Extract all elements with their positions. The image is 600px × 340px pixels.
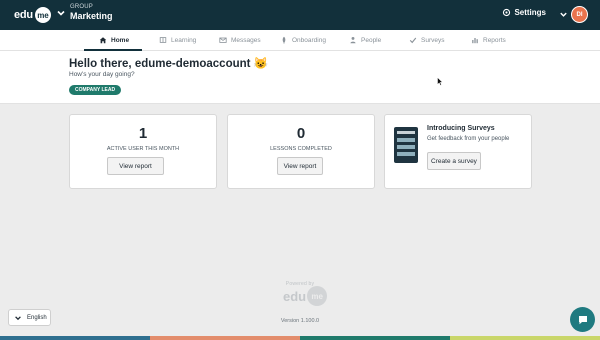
surveys-promo-card: Introducing Surveys Get feedback from yo… — [384, 114, 532, 189]
rocket-icon — [282, 36, 286, 44]
tab-label: People — [361, 36, 382, 44]
top-bar: edu me GROUP Marketing Settings DI — [0, 0, 600, 30]
view-report-button[interactable]: View report — [277, 157, 323, 175]
mail-icon — [219, 37, 227, 43]
tab-label: Onboarding — [292, 36, 326, 44]
greeting-title: Hello there, edume-demoaccount 😺 — [69, 58, 268, 70]
bar-chart-icon — [472, 38, 478, 44]
lessons-completed-label: LESSONS COMPLETED — [270, 146, 332, 152]
tab-onboarding[interactable]: Onboarding — [280, 30, 326, 50]
chat-button[interactable] — [570, 307, 595, 332]
tab-people[interactable]: People — [349, 30, 381, 50]
group-label: GROUP — [70, 4, 94, 10]
chevron-down-icon — [57, 10, 65, 16]
active-users-label: ACTIVE USER THIS MONTH — [106, 146, 180, 152]
chat-icon — [578, 315, 587, 324]
home-icon — [99, 37, 107, 44]
group-name: Marketing — [70, 11, 113, 21]
tab-label: Surveys — [421, 36, 445, 44]
tab-learning[interactable]: Learning — [159, 30, 196, 50]
language-label: English — [27, 314, 47, 321]
logo-text: edu — [14, 9, 33, 21]
book-icon — [159, 37, 167, 43]
strip-segment — [150, 336, 300, 340]
strip-segment — [450, 336, 600, 340]
tab-label: Messages — [231, 36, 261, 44]
clipboard-icon — [394, 127, 418, 163]
lessons-completed-value: 0 — [296, 125, 306, 142]
check-icon — [409, 37, 417, 44]
user-menu-chevron-icon[interactable] — [559, 10, 568, 19]
lessons-completed-card: 0 LESSONS COMPLETED View report — [227, 114, 375, 189]
main-nav: Home Learning Messages Onboarding People… — [0, 30, 600, 51]
avatar[interactable]: DI — [571, 6, 588, 23]
view-report-button[interactable]: View report — [107, 157, 164, 175]
active-users-value: 1 — [138, 125, 148, 142]
mouse-cursor-icon — [437, 77, 443, 86]
surveys-promo-subtitle: Get feedback from your people — [427, 136, 510, 142]
person-icon — [350, 36, 356, 44]
create-survey-button[interactable]: Create a survey — [427, 152, 481, 170]
tab-surveys[interactable]: Surveys — [409, 30, 444, 50]
active-users-card: 1 ACTIVE USER THIS MONTH View report — [69, 114, 217, 189]
edume-footer-logo: edu me — [283, 286, 328, 306]
greeting-section: Hello there, edume-demoaccount 😺 How's y… — [0, 51, 600, 104]
tab-label: Learning — [171, 36, 197, 44]
footer-logo-text: edu — [283, 288, 307, 304]
chevron-down-icon — [15, 315, 21, 320]
role-badge: COMPANY LEAD — [69, 85, 122, 95]
strip-segment — [300, 336, 450, 340]
tab-label: Reports — [483, 36, 506, 44]
settings-label: Settings — [514, 8, 546, 17]
greeting-subtitle: How's your day going? — [69, 71, 135, 78]
settings-button[interactable]: Settings — [502, 8, 546, 17]
footer-logo-badge: me — [307, 286, 328, 306]
brand-color-strip — [0, 336, 600, 340]
language-selector[interactable]: English — [8, 309, 51, 326]
tab-reports[interactable]: Reports — [471, 30, 506, 50]
tab-messages[interactable]: Messages — [219, 30, 261, 50]
strip-segment — [0, 336, 150, 340]
group-switcher[interactable]: GROUP Marketing — [56, 4, 113, 22]
tab-home[interactable]: Home — [99, 30, 129, 50]
logo-badge: me — [34, 7, 51, 23]
tab-label: Home — [111, 36, 130, 44]
version-label: Version 1.100.0 — [280, 318, 320, 324]
surveys-promo-title: Introducing Surveys — [427, 125, 495, 132]
gear-icon — [503, 8, 511, 17]
edume-logo[interactable]: edu me — [14, 5, 51, 25]
